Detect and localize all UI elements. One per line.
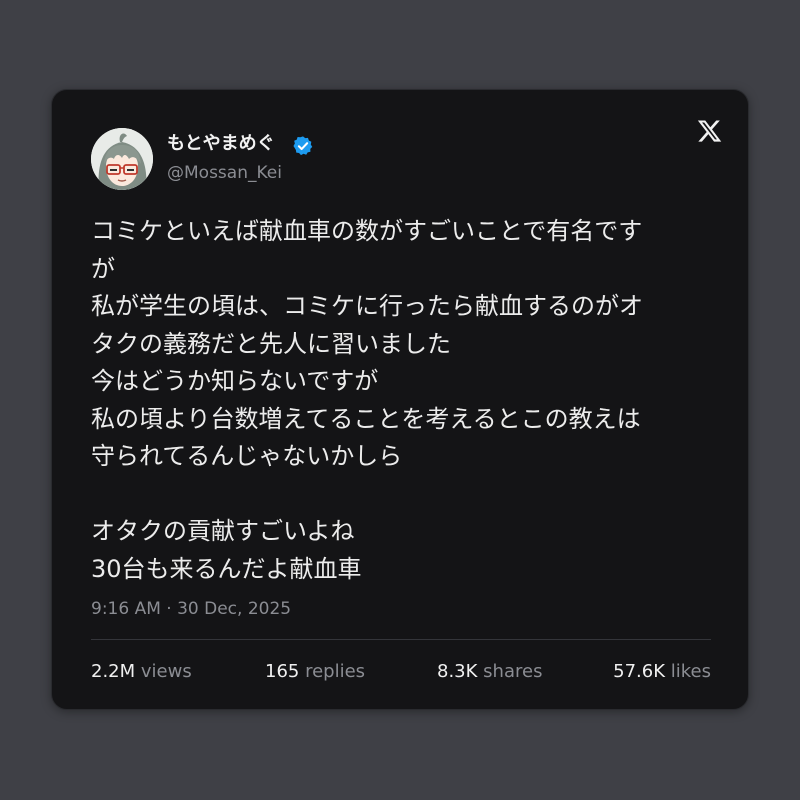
tweet-stats: 2.2M views 165 replies 8.3K shares 57.6K… (91, 660, 711, 684)
views-stat[interactable]: 2.2M views (91, 660, 192, 684)
tweet-line: オタクの貢献すごいよね (91, 517, 355, 545)
tweet-line: コミケといえば献血車の数がすごいことで有名です (91, 217, 643, 245)
replies-stat[interactable]: 165 replies (265, 660, 365, 684)
views-label: views (140, 661, 192, 682)
replies-count: 165 (265, 661, 300, 682)
tweet-line: 守られてるんじゃないかしら (91, 442, 403, 470)
avatar-illustration (91, 128, 153, 190)
author-handle[interactable]: @Mossan_Kei (167, 162, 282, 184)
avatar[interactable] (91, 128, 153, 190)
shares-count: 8.3K (437, 661, 478, 682)
tweet-line: タクの義務だと先人に習いました (91, 329, 451, 358)
likes-label: likes (670, 661, 711, 682)
tweet-card: もとやまめぐ @Mossan_Kei コミケといえば献血車の数がすごいことで有名… (51, 89, 749, 710)
tweet-line: 私が学生の頃は、コミケに行ったら献血するのがオ (91, 292, 643, 320)
likes-count: 57.6K (613, 661, 666, 682)
views-count: 2.2M (91, 661, 136, 682)
shares-label: shares (483, 661, 543, 682)
author-display-name[interactable]: もとやまめぐ (167, 132, 275, 156)
tweet-timestamp[interactable]: 9:16 AM · 30 Dec, 2025 (91, 598, 291, 620)
tweet-line: 今はどうか知らないですが (91, 367, 379, 395)
tweet-line: 30台も来るんだよ献血車 (91, 554, 362, 583)
divider (91, 639, 711, 640)
tweet-line: 私の頃より台数増えてることを考えるとこの教えは (91, 404, 641, 433)
tweet-line: が (91, 254, 115, 283)
likes-stat[interactable]: 57.6K likes (613, 660, 711, 684)
x-logo-icon[interactable] (696, 118, 723, 144)
shares-stat[interactable]: 8.3K shares (437, 660, 542, 684)
replies-label: replies (305, 661, 366, 682)
tweet-text: コミケといえば献血車の数がすごいことで有名です が 私が学生の頃は、コミケに行っ… (91, 213, 716, 588)
verified-badge-icon (293, 136, 313, 156)
